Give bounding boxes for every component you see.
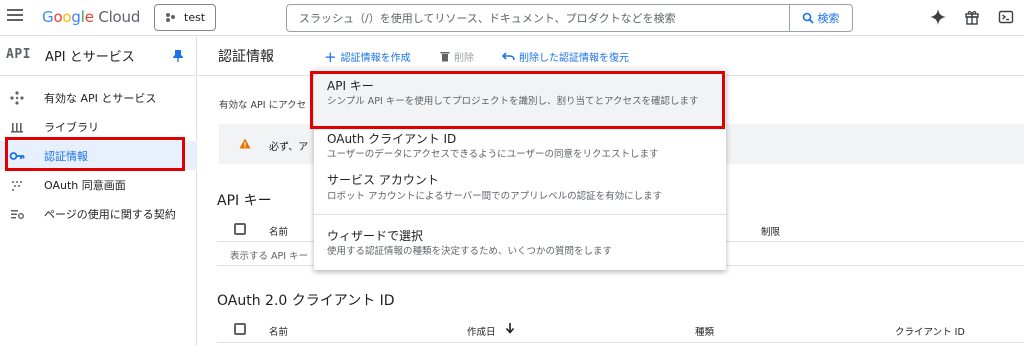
menu-item-api-key[interactable]: API キー シンプル API キーを使用してプロジェクトを識別し、割り当てとア… xyxy=(314,68,726,130)
column-header-restrictions[interactable]: 制限 xyxy=(761,224,780,238)
pin-icon[interactable] xyxy=(172,49,184,63)
warning-text: 必ず、ア xyxy=(269,142,309,153)
menu-item-title: OAuth クライアント ID xyxy=(327,132,457,146)
api-diamond-icon xyxy=(9,90,25,106)
cloud-shell-icon[interactable] xyxy=(996,7,1016,27)
api-keys-title: API キー xyxy=(217,193,272,209)
project-selector[interactable]: test xyxy=(154,4,216,31)
settings-list-icon xyxy=(9,206,25,222)
menu-item-title: API キー xyxy=(327,79,374,93)
undo-icon xyxy=(502,51,515,60)
menu-item-title: サービス アカウント xyxy=(327,173,439,187)
menu-item-description: シンプル API キーを使用してプロジェクトを識別し、割り当てとアクセスを確認し… xyxy=(327,96,699,107)
sidebar-item-label: ページの使用に関する契約 xyxy=(44,207,176,221)
select-all-checkbox[interactable] xyxy=(234,223,246,235)
page-description: 有効な API にアクセ xyxy=(219,100,307,111)
column-header-type[interactable]: 種類 xyxy=(695,324,714,338)
search-placeholder: スラッシュ（/）を使用してリソース、ドキュメント、プロダクトなどを検索 xyxy=(299,12,676,25)
sidebar-item-oauth-consent[interactable]: OAuth 同意画面 xyxy=(0,170,197,199)
oauth-title: OAuth 2.0 クライアント ID xyxy=(217,293,395,309)
column-header-created[interactable]: 作成日 xyxy=(467,324,496,338)
select-all-checkbox[interactable] xyxy=(234,323,246,335)
menu-item-wizard[interactable]: ウィザードで選択 使用する認証情報の種類を決定するため、いくつかの質問をします xyxy=(314,220,726,268)
restore-deleted-label: 削除した認証情報を復元 xyxy=(519,53,629,64)
menu-icon[interactable] xyxy=(7,9,23,23)
sidebar-item-label: 認証情報 xyxy=(44,149,88,163)
page-title: 認証情報 xyxy=(218,49,274,65)
sidebar-title: API とサービス xyxy=(45,50,135,65)
search-button-label: 検索 xyxy=(817,12,840,25)
sidebar-item-page-usage-agreements[interactable]: ページの使用に関する契約 xyxy=(0,199,197,228)
project-name: test xyxy=(184,11,206,24)
menu-item-description: ユーザーのデータにアクセスできるようにユーザーの同意をリクエストします xyxy=(327,149,659,160)
library-icon xyxy=(9,119,25,135)
create-credentials-button[interactable]: + 認証情報を作成 xyxy=(324,49,411,64)
restore-deleted-button[interactable]: 削除した認証情報を復元 xyxy=(502,49,629,64)
menu-item-description: ロボット アカウントによるサーバー間でのアプリレベルの認証を有効にします xyxy=(327,191,663,202)
plus-icon: + xyxy=(324,47,337,66)
trash-icon xyxy=(440,52,450,62)
arrow-down-icon[interactable] xyxy=(505,322,515,334)
delete-button[interactable]: 削除 xyxy=(440,49,474,64)
create-credentials-menu: API キー シンプル API キーを使用してプロジェクトを識別し、割り当てとア… xyxy=(314,68,726,270)
column-header-name[interactable]: 名前 xyxy=(269,324,288,338)
api-logo: API xyxy=(6,47,31,62)
oauth-table-header: 名前 作成日 種類 クライアント ID xyxy=(217,319,1024,343)
menu-item-title: ウィザードで選択 xyxy=(327,229,424,243)
column-header-client-id[interactable]: クライアント ID xyxy=(895,324,965,338)
search-button[interactable]: 検索 xyxy=(789,4,853,32)
column-header-name[interactable]: 名前 xyxy=(269,224,288,238)
menu-item-description: 使用する認証情報の種類を決定するため、いくつかの質問をします xyxy=(327,246,613,257)
key-icon xyxy=(9,148,25,164)
menu-item-service-account[interactable]: サービス アカウント ロボット アカウントによるサーバー間でのアプリレベルの認証… xyxy=(314,168,726,212)
create-credentials-label: 認証情報を作成 xyxy=(340,53,411,64)
sidebar-item-library[interactable]: ライブラリ xyxy=(0,112,197,141)
warning-icon xyxy=(239,138,251,149)
google-cloud-logo[interactable]: Google Cloud xyxy=(42,8,140,26)
menu-divider xyxy=(314,214,726,215)
sidebar-item-label: ライブラリ xyxy=(44,120,99,134)
sidebar-item-label: 有効な API とサービス xyxy=(44,91,157,105)
empty-message: 表示する API キー xyxy=(230,251,309,262)
sidebar-item-label: OAuth 同意画面 xyxy=(44,178,126,192)
sidebar-item-enabled-apis[interactable]: 有効な API とサービス xyxy=(0,83,197,112)
oauth-icon xyxy=(9,177,25,193)
gemini-sparkle-icon[interactable] xyxy=(928,7,948,27)
search-icon xyxy=(802,12,814,24)
gift-icon[interactable] xyxy=(962,7,982,27)
search-input[interactable]: スラッシュ（/）を使用してリソース、ドキュメント、プロダクトなどを検索 xyxy=(286,4,790,32)
delete-label: 削除 xyxy=(454,53,474,64)
top-bar: Google Cloud test スラッシュ（/）を使用してリソース、ドキュメ… xyxy=(0,0,1024,36)
project-icon xyxy=(166,13,175,22)
sidebar-header: API API とサービス xyxy=(0,36,197,76)
sidebar-item-credentials[interactable]: 認証情報 xyxy=(0,141,197,170)
sidebar: API API とサービス 有効な API とサービス ライブラリ 認証情報 O… xyxy=(0,36,197,346)
